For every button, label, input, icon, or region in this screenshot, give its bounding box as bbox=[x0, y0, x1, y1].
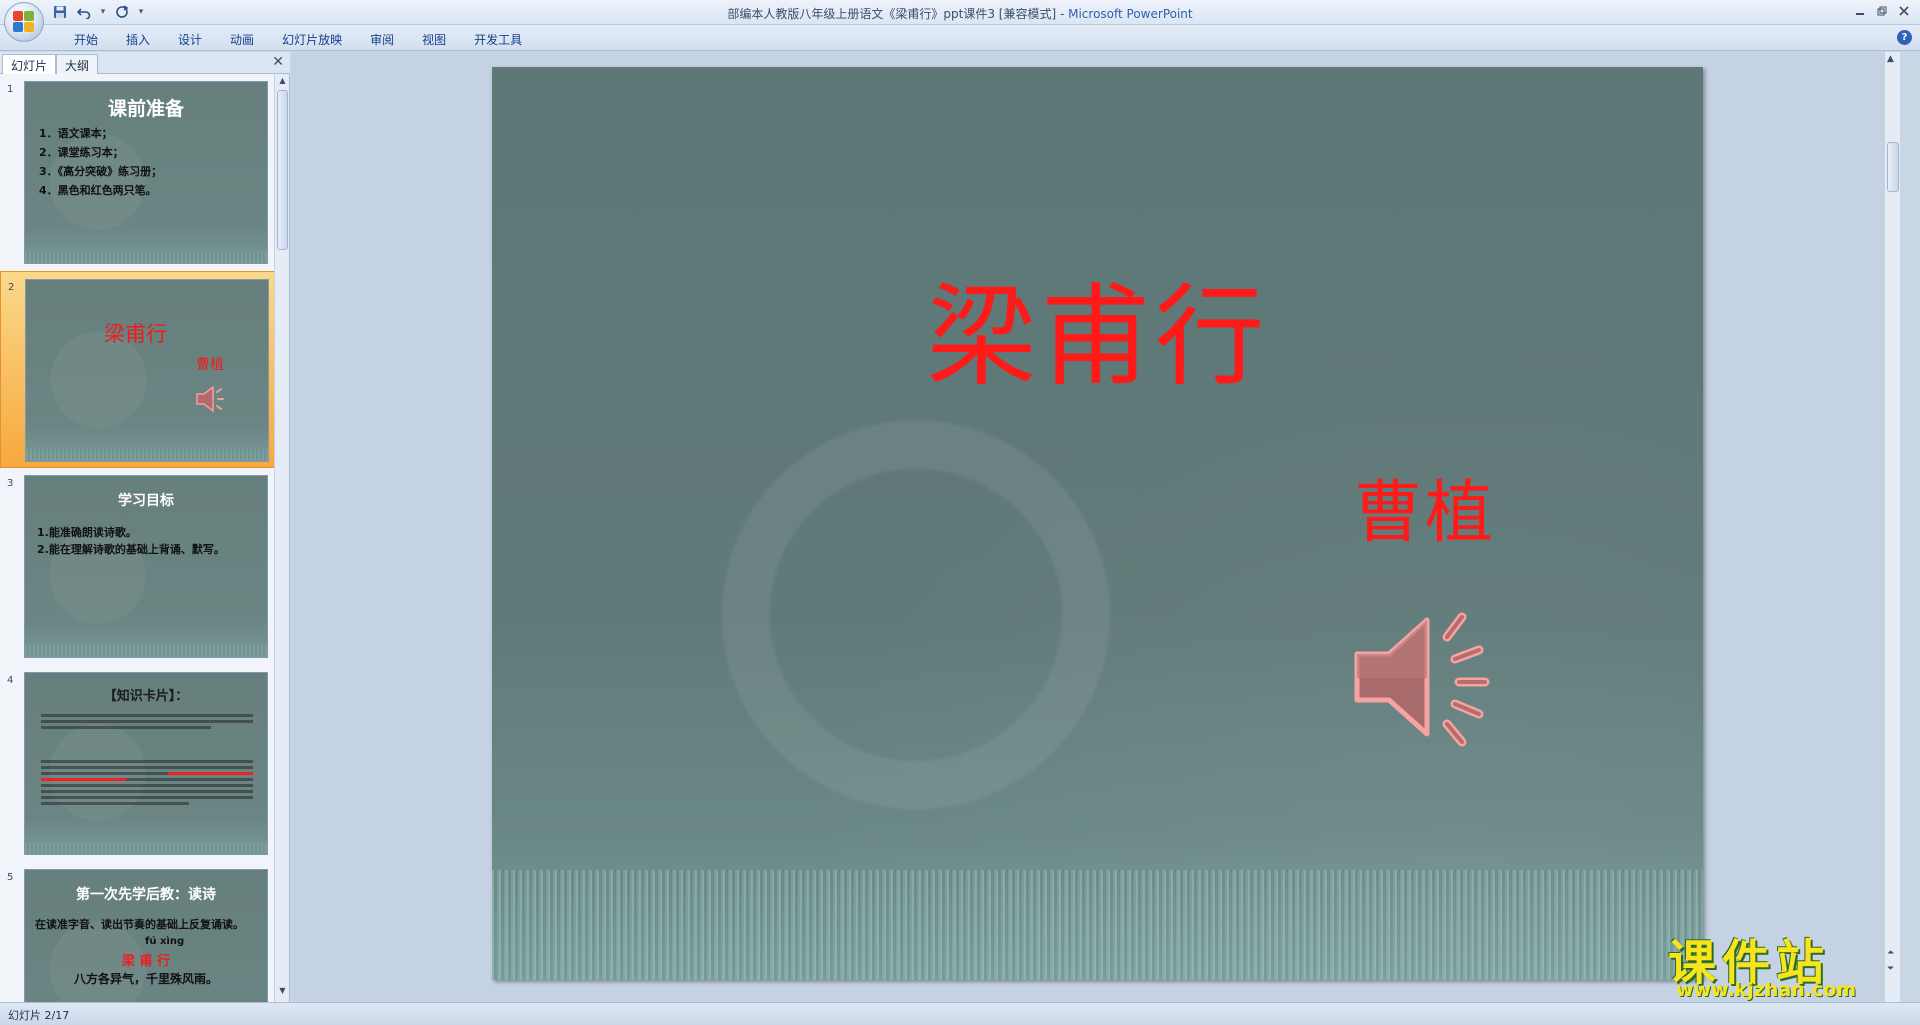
help-icon[interactable]: ? bbox=[1897, 30, 1912, 45]
slide-number: 1 bbox=[7, 84, 14, 95]
slide-thumbnail-row[interactable]: 4 【知识卡片】： bbox=[0, 665, 275, 862]
close-window-icon[interactable] bbox=[1894, 2, 1914, 20]
ribbon-tab[interactable]: 设计 bbox=[164, 29, 216, 50]
tab-outline[interactable]: 大纲 bbox=[56, 54, 99, 74]
slide-thumbnail[interactable]: 学习目标 1.能准确朗读诗歌。 2.能在理解诗歌的基础上背诵、默写。 bbox=[24, 475, 268, 658]
thumb-body: 1．语文课本； 2．课堂练习本； 3．《高分突破》练习册； 4．黑色和红色两只笔… bbox=[39, 124, 162, 200]
panel-tabs: 幻灯片 大纲 ✕ bbox=[0, 52, 290, 74]
slide-thumbnail-row[interactable]: 3 学习目标 1.能准确朗读诗歌。 2.能在理解诗歌的基础上背诵、默写。 bbox=[0, 468, 275, 665]
slide-number: 4 bbox=[7, 675, 14, 686]
thumb-title: 学习目标 bbox=[118, 493, 174, 509]
scroll-down-icon[interactable]: ▼ bbox=[276, 986, 289, 1000]
slide-thumbnail[interactable]: 第一次先学后教：读诗 在读准字音、读出节奏的基础上反复诵读。 fú xìng 梁… bbox=[24, 869, 268, 1002]
slide-number: 2 bbox=[8, 282, 15, 293]
tab-slides[interactable]: 幻灯片 bbox=[2, 54, 57, 74]
scroll-up-icon[interactable]: ▲ bbox=[1887, 54, 1894, 64]
scroll-thumb[interactable] bbox=[1887, 142, 1899, 192]
window-title: 部编本人教版八年级上册语文《梁甫行》ppt课件3 [兼容模式] - Micros… bbox=[0, 5, 1920, 22]
thumb-line: 在读准字音、读出节奏的基础上反复诵读。 bbox=[35, 918, 244, 931]
slides-panel: 幻灯片 大纲 ✕ 1 课前准备 1．语文课本； 2．课堂练习本； 3．《高分突破… bbox=[0, 52, 290, 1002]
ribbon-tabs: 开始 插入 设计 动画 幻灯片放映 审阅 视图 开发工具 bbox=[60, 29, 536, 50]
speaker-icon bbox=[196, 385, 224, 413]
thumb-line: 1.能准确朗读诗歌。 bbox=[37, 526, 137, 539]
thumb-line: 2．课堂练习本； bbox=[39, 146, 124, 159]
thumb-line: 3．《高分突破》练习册； bbox=[39, 165, 163, 178]
close-panel-icon[interactable]: ✕ bbox=[272, 54, 284, 70]
ribbon-tab[interactable]: 开发工具 bbox=[460, 29, 536, 50]
thumb-body: 1.能准确朗读诗歌。 2.能在理解诗歌的基础上背诵、默写。 bbox=[37, 524, 225, 558]
title-bar: ▾ ▾ 部编本人教版八年级上册语文《梁甫行》ppt课件3 [兼容模式] - Mi… bbox=[0, 0, 1920, 42]
watermark-url: www.kjzhan.com bbox=[1676, 979, 1857, 1001]
thumb-poem-title: 梁 甫 行 bbox=[121, 954, 171, 969]
thumb-line: 4．黑色和红色两只笔。 bbox=[39, 184, 157, 197]
thumb-pinyin: fú xìng bbox=[145, 936, 185, 947]
current-slide[interactable]: 梁甫行 曹植 bbox=[492, 67, 1703, 980]
slide-texture bbox=[492, 870, 1703, 980]
thumb-title: 梁甫行 bbox=[104, 322, 167, 346]
scroll-thumb[interactable] bbox=[277, 90, 288, 250]
ribbon-tab[interactable]: 视图 bbox=[408, 29, 460, 50]
thumb-body: 在读准字音、读出节奏的基础上反复诵读。 bbox=[35, 918, 257, 931]
slide-editing-area: 梁甫行 曹植 ▲ ⏶ ⏷ bbox=[292, 52, 1900, 1002]
window-controls bbox=[1850, 2, 1914, 20]
restore-icon[interactable] bbox=[1872, 2, 1892, 20]
thumb-body-placeholder bbox=[41, 757, 253, 837]
minimize-icon[interactable] bbox=[1850, 2, 1870, 20]
ribbon-tab[interactable]: 动画 bbox=[216, 29, 268, 50]
slide-author[interactable]: 曹植 bbox=[1354, 457, 1496, 556]
slide-thumbnail[interactable]: 课前准备 1．语文课本； 2．课堂练习本； 3．《高分突破》练习册； 4．黑色和… bbox=[24, 81, 268, 264]
slide-thumbnail[interactable]: 梁甫行 曹植 bbox=[25, 279, 269, 462]
office-button[interactable] bbox=[4, 2, 44, 42]
thumb-title: 课前准备 bbox=[107, 98, 184, 120]
app-name: Microsoft PowerPoint bbox=[1068, 7, 1193, 21]
scroll-up-icon[interactable]: ▲ bbox=[276, 76, 289, 90]
watermark-logo: 课件站 www.kjzhan.com bbox=[1668, 923, 1903, 1001]
thumb-author: 曹植 bbox=[196, 357, 224, 373]
thumbnail-scrollbar[interactable]: ▲ ▼ bbox=[274, 74, 289, 1002]
status-bar: 幻灯片 2/17 bbox=[0, 1002, 1920, 1025]
slide-number: 5 bbox=[7, 872, 14, 883]
ribbon: 开始 插入 设计 动画 幻灯片放映 审阅 视图 开发工具 ? bbox=[0, 25, 1920, 51]
thumb-title: 第一次先学后教：读诗 bbox=[76, 887, 216, 903]
thumb-line: 1．语文课本； bbox=[39, 127, 113, 140]
slide-title[interactable]: 梁甫行 bbox=[492, 247, 1703, 407]
slide-thumbnail-row-selected[interactable]: 2 梁甫行 曹植 bbox=[0, 271, 275, 468]
office-logo-icon bbox=[13, 11, 35, 33]
thumb-title: 【知识卡片】： bbox=[103, 689, 189, 704]
slide-counter: 幻灯片 2/17 bbox=[8, 1009, 70, 1022]
slide-thumbnail-row[interactable]: 1 课前准备 1．语文课本； 2．课堂练习本； 3．《高分突破》练习册； 4．黑… bbox=[0, 74, 275, 271]
slide-thumbnail[interactable]: 【知识卡片】： bbox=[24, 672, 268, 855]
thumb-line: 2.能在理解诗歌的基础上背诵、默写。 bbox=[37, 543, 225, 556]
thumbnail-list: 1 课前准备 1．语文课本； 2．课堂练习本； 3．《高分突破》练习册； 4．黑… bbox=[0, 74, 275, 1002]
ribbon-tab[interactable]: 审阅 bbox=[356, 29, 408, 50]
ribbon-tab[interactable]: 开始 bbox=[60, 29, 112, 50]
thumb-poem-line: 八方各异气，千里殊风雨。 bbox=[73, 972, 218, 986]
slide-thumbnail-row[interactable]: 5 第一次先学后教：读诗 在读准字音、读出节奏的基础上反复诵读。 fú xìng… bbox=[0, 862, 275, 1002]
speaker-icon[interactable] bbox=[1347, 602, 1517, 752]
slide-scrollbar[interactable]: ▲ ⏶ ⏷ bbox=[1884, 52, 1900, 1002]
ribbon-tab[interactable]: 插入 bbox=[112, 29, 164, 50]
document-title: 部编本人教版八年级上册语文《梁甫行》ppt课件3 [兼容模式] - bbox=[727, 7, 1069, 21]
ribbon-tab[interactable]: 幻灯片放映 bbox=[268, 29, 356, 50]
slide-number: 3 bbox=[7, 478, 14, 489]
thumb-body-placeholder bbox=[41, 711, 253, 741]
